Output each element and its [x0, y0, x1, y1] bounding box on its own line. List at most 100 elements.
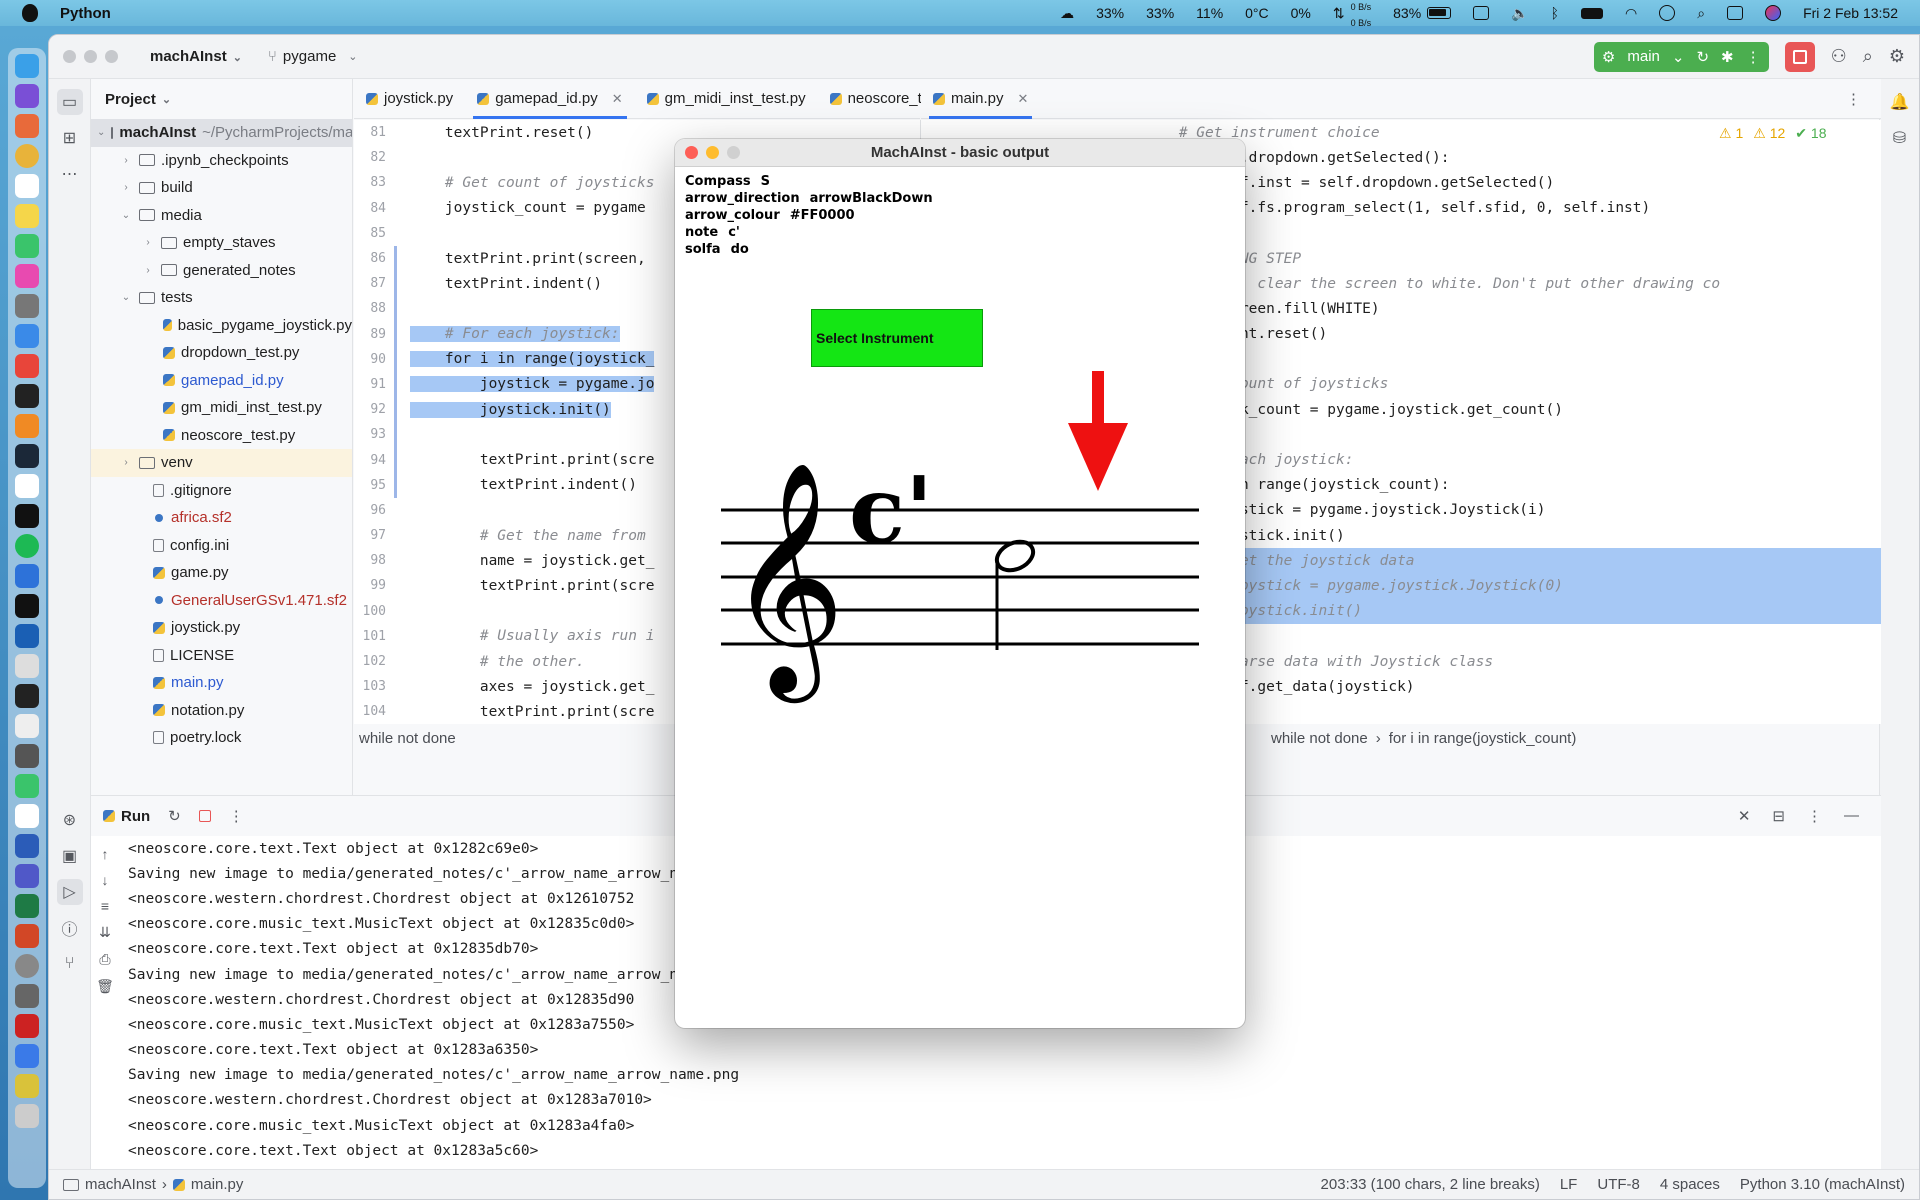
run-tool-icon[interactable]: ▷: [56, 879, 83, 905]
photo-booth-icon[interactable]: [15, 1014, 39, 1038]
editor-tab[interactable]: joystick.py: [354, 79, 465, 119]
status-breadcrumb[interactable]: machAInst › main.py: [63, 1176, 243, 1193]
trash-icon[interactable]: [15, 1104, 39, 1128]
zoom-window-button[interactable]: [105, 50, 118, 63]
pd-icon[interactable]: [15, 474, 39, 498]
preview-icon[interactable]: [15, 1044, 39, 1068]
scroll-down-icon[interactable]: ↓: [102, 872, 109, 888]
messages-icon[interactable]: [15, 774, 39, 798]
rerun-icon[interactable]: ↻: [1696, 48, 1709, 66]
expand-arrow-icon[interactable]: ›: [119, 457, 133, 468]
editor-icon[interactable]: [15, 654, 39, 678]
left-breadcrumb[interactable]: while not done: [359, 727, 456, 749]
layout-icon[interactable]: ⊟: [1772, 807, 1785, 825]
database-icon[interactable]: ⛁: [1887, 125, 1913, 151]
memory-stat[interactable]: 11%: [1196, 5, 1223, 21]
tree-item[interactable]: joystick.py: [91, 614, 352, 642]
pygame-titlebar[interactable]: MachAInst - basic output: [675, 139, 1245, 167]
powerpoint-icon[interactable]: [15, 924, 39, 948]
python-packages-icon[interactable]: ⊛: [57, 807, 83, 833]
musescore-icon[interactable]: [15, 624, 39, 648]
tree-item[interactable]: main.py: [91, 669, 352, 697]
minimize-window-button[interactable]: [84, 50, 97, 63]
tree-item[interactable]: ⌄ tests: [91, 284, 352, 312]
tree-item[interactable]: ⌄ media: [91, 202, 352, 230]
photos-icon[interactable]: [15, 264, 39, 288]
indent-setting[interactable]: 4 spaces: [1660, 1176, 1720, 1193]
more-actions-icon[interactable]: ⋮: [229, 807, 244, 825]
select-instrument-button[interactable]: Select Instrument: [811, 309, 983, 367]
right-breadcrumb[interactable]: while not done › for i in range(joystick_c…: [1271, 727, 1576, 749]
word-icon[interactable]: [15, 834, 39, 858]
apple-logo-icon[interactable]: [22, 4, 38, 22]
epic-games-icon[interactable]: [15, 594, 39, 618]
expand-arrow-icon[interactable]: ⌄: [119, 210, 133, 221]
gear-icon[interactable]: ⚙: [1889, 46, 1905, 67]
calculator-icon[interactable]: [15, 744, 39, 768]
display-icon[interactable]: [1473, 6, 1490, 20]
tree-item[interactable]: › .ipynb_checkpoints: [91, 147, 352, 175]
options-icon[interactable]: ⋮: [1807, 807, 1822, 825]
terminal-tool-icon[interactable]: ▣: [57, 843, 83, 869]
branch-switcher[interactable]: ⑂ pygame ⌄: [268, 48, 358, 65]
app-store-icon[interactable]: [15, 324, 39, 348]
add-user-icon[interactable]: ⚇: [1831, 46, 1847, 67]
tree-item[interactable]: config.ini: [91, 532, 352, 560]
search-icon[interactable]: ⌕: [1863, 46, 1873, 67]
clear-all-icon[interactable]: 🗑: [96, 978, 114, 995]
sublime-icon[interactable]: [15, 414, 39, 438]
screenshot-icon[interactable]: [15, 984, 39, 1008]
user-icon[interactable]: [1659, 5, 1676, 21]
cpu-stat[interactable]: 33%: [1096, 5, 1124, 21]
print-icon[interactable]: ⎙: [99, 951, 110, 968]
steam-icon[interactable]: [15, 444, 39, 468]
expand-arrow-icon[interactable]: ›: [119, 155, 133, 166]
tree-item[interactable]: basic_pygame_joystick.py: [91, 312, 352, 340]
file-encoding[interactable]: UTF-8: [1597, 1176, 1640, 1193]
project-tool-icon[interactable]: ▭: [56, 89, 83, 115]
tree-item[interactable]: › build: [91, 174, 352, 202]
wifi-icon[interactable]: ◠: [1625, 5, 1637, 22]
tabs-more-icon[interactable]: ⋮: [1846, 90, 1861, 108]
battery-stat[interactable]: 83%: [1393, 5, 1452, 21]
calendar-icon[interactable]: [15, 174, 39, 198]
debug-icon[interactable]: ✱: [1721, 48, 1734, 66]
project-panel-header[interactable]: Project ⌄: [91, 79, 352, 119]
editor-tab[interactable]: gamepad_id.py ✕: [465, 79, 634, 119]
launchpad-icon[interactable]: [15, 114, 39, 138]
active-app-name[interactable]: Python: [60, 5, 111, 22]
system-settings-icon[interactable]: [15, 294, 39, 318]
right-inspection-widget[interactable]: ⚠ 1 ⚠ 12 ✔ 18: [1719, 125, 1826, 142]
project-switcher[interactable]: machAInst ⌄: [150, 48, 242, 65]
tree-item[interactable]: notation.py: [91, 697, 352, 725]
tree-item[interactable]: africa.sf2: [91, 504, 352, 532]
close-tab-icon[interactable]: ✕: [1018, 91, 1029, 107]
bluetooth-icon[interactable]: ᛒ: [1551, 5, 1559, 21]
editor-tab[interactable]: gm_midi_inst_test.py: [635, 79, 818, 119]
tree-item[interactable]: › empty_staves: [91, 229, 352, 257]
spotlight-search-icon[interactable]: ⌕: [1697, 5, 1705, 22]
close-tab-icon[interactable]: ✕: [612, 91, 623, 107]
tree-item[interactable]: game.py: [91, 559, 352, 587]
scroll-up-icon[interactable]: ↑: [102, 846, 109, 862]
siri-app-icon[interactable]: [15, 84, 39, 108]
caret-position[interactable]: 203:33 (100 chars, 2 line breaks): [1321, 1176, 1540, 1193]
tree-item[interactable]: GeneralUserGSv1.471.sf2: [91, 587, 352, 615]
problems-tool-icon[interactable]: ⓘ: [57, 915, 83, 941]
expand-arrow-icon[interactable]: ⌄: [119, 292, 133, 303]
stop-icon[interactable]: [198, 810, 211, 822]
stop-button[interactable]: [1784, 41, 1815, 72]
chrome-icon[interactable]: [15, 144, 39, 168]
python-interpreter[interactable]: Python 3.10 (machAInst): [1740, 1176, 1905, 1193]
tree-item[interactable]: poetry.lock: [91, 724, 352, 752]
expand-arrow-icon[interactable]: ›: [141, 237, 155, 248]
notes-icon[interactable]: [15, 204, 39, 228]
excel-icon[interactable]: [15, 894, 39, 918]
disk-stat[interactable]: 0%: [1291, 5, 1311, 21]
terminal-icon[interactable]: [15, 684, 39, 708]
close-window-button[interactable]: [63, 50, 76, 63]
tree-item[interactable]: gamepad_id.py: [91, 367, 352, 395]
finder-icon[interactable]: [15, 54, 39, 78]
textedit-icon[interactable]: [15, 714, 39, 738]
slack-icon[interactable]: [15, 804, 39, 828]
